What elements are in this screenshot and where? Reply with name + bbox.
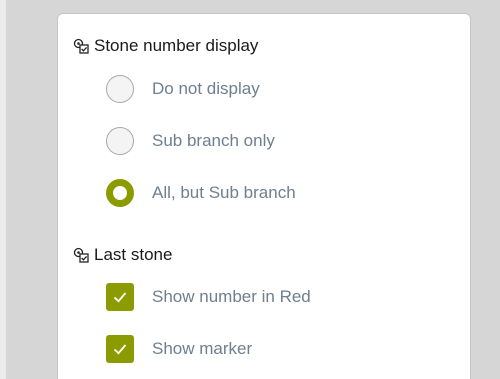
settings-checklist-icon bbox=[72, 37, 90, 55]
last-stone-header: Last stone bbox=[72, 245, 172, 265]
checkmark-icon bbox=[113, 344, 127, 355]
radio-label: Do not display bbox=[152, 79, 260, 98]
radio-label: Sub branch only bbox=[152, 131, 275, 150]
settings-checklist-icon bbox=[72, 246, 90, 264]
checkbox-show-number-in-red[interactable]: Show number in Red bbox=[106, 283, 311, 311]
checkmark-icon bbox=[113, 292, 127, 303]
stone-number-display-title: Stone number display bbox=[94, 36, 259, 55]
checkbox-checked[interactable] bbox=[106, 283, 134, 311]
checkbox-show-marker[interactable]: Show marker bbox=[106, 335, 252, 363]
checkbox-label: Show number in Red bbox=[152, 287, 311, 306]
checkbox-label: Show marker bbox=[152, 339, 253, 358]
checkbox-checked[interactable] bbox=[106, 335, 134, 363]
radio-button-unselected[interactable] bbox=[106, 75, 134, 103]
radio-sub-branch-only[interactable]: Sub branch only bbox=[106, 127, 275, 155]
radio-all-but-sub-branch[interactable]: All, but Sub branch bbox=[106, 179, 296, 207]
radio-label: All, but Sub branch bbox=[152, 183, 296, 202]
window-left-edge bbox=[0, 0, 6, 379]
radio-do-not-display[interactable]: Do not display bbox=[106, 75, 260, 103]
last-stone-title: Last stone bbox=[94, 245, 173, 264]
radio-button-selected[interactable] bbox=[106, 179, 134, 207]
radio-button-unselected[interactable] bbox=[106, 127, 134, 155]
stone-number-display-header: Stone number display bbox=[72, 36, 258, 56]
